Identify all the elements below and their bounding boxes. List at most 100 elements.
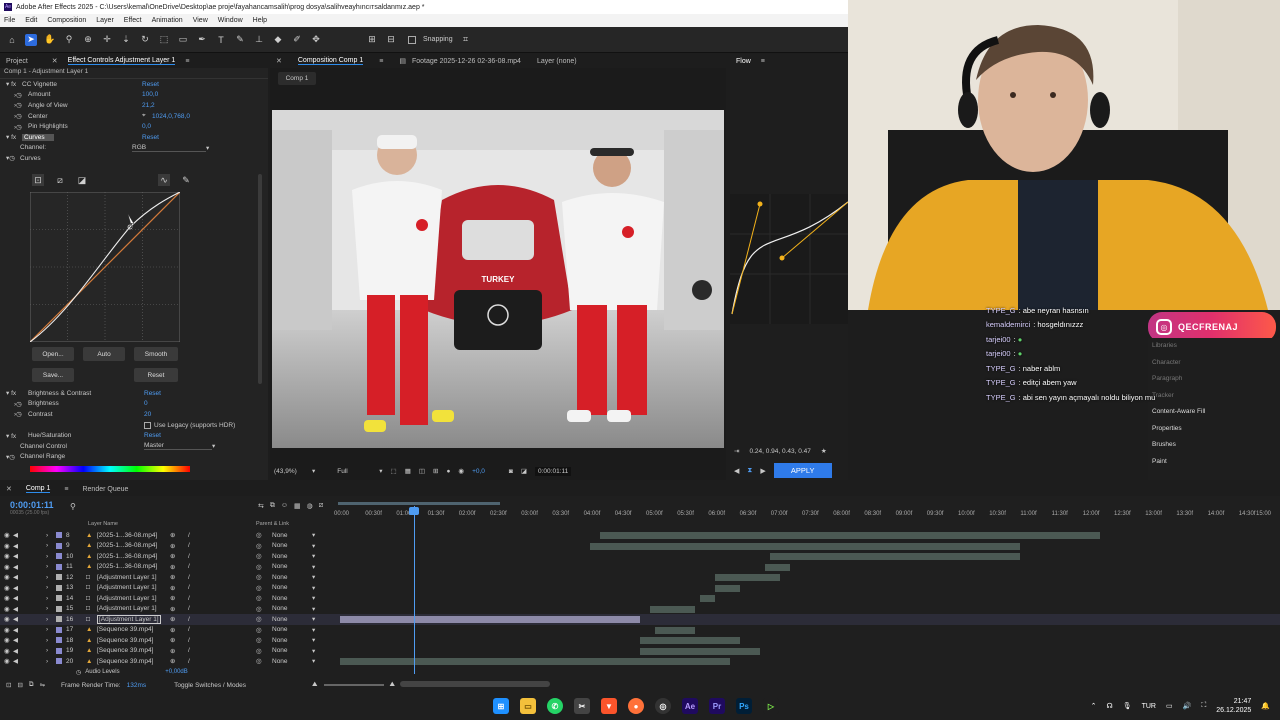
- current-timecode[interactable]: 0:00:01:11: [10, 500, 54, 510]
- layer-duration-bar[interactable]: [600, 532, 1100, 539]
- expand-arrow-icon[interactable]: ›: [46, 605, 48, 612]
- panel-menu-icon[interactable]: ≡: [379, 58, 383, 65]
- layer-name-header[interactable]: Layer Name: [88, 521, 118, 527]
- menu-layer[interactable]: Layer: [96, 17, 114, 24]
- close-icon[interactable]: ✕: [6, 485, 12, 493]
- layer-name[interactable]: [2025-1...36-08.mp4]: [97, 563, 157, 570]
- parent-select[interactable]: None: [272, 626, 288, 633]
- snapping-checkbox[interactable]: [408, 35, 416, 44]
- tab-layer[interactable]: Layer (none): [537, 58, 577, 65]
- zoom-in-icon[interactable]: ⛰: [390, 681, 395, 689]
- layer-switch-icon[interactable]: /: [188, 553, 190, 560]
- layer-switch-icon[interactable]: ⊕: [170, 615, 175, 623]
- stopwatch-icon[interactable]: ›◷: [6, 91, 28, 99]
- brush-tool-icon[interactable]: ✎: [234, 34, 246, 46]
- exposure-value[interactable]: +0,0: [472, 468, 485, 475]
- label-color-swatch[interactable]: [56, 563, 62, 570]
- selection-tool-icon[interactable]: ➤: [25, 33, 37, 46]
- viewer-timecode[interactable]: 0:00:01:11: [535, 466, 572, 476]
- bezier-curve-icon[interactable]: ∿: [158, 174, 170, 186]
- layer-name[interactable]: [Sequence 39.mp4]: [97, 647, 153, 654]
- close-icon[interactable]: ✕: [276, 57, 282, 65]
- menu-help[interactable]: Help: [253, 17, 267, 24]
- show-snapshot-icon[interactable]: ◪: [521, 467, 527, 475]
- fx-icon[interactable]: ▾ fx: [6, 133, 22, 141]
- chevron-down-icon[interactable]: ▾: [379, 467, 382, 475]
- parent-pickwhip-icon[interactable]: ◎: [256, 647, 262, 655]
- parent-pickwhip-icon[interactable]: ◎: [256, 542, 262, 550]
- reset-link[interactable]: Reset: [144, 390, 161, 397]
- layer-duration-bar[interactable]: [340, 658, 730, 665]
- clock-date[interactable]: 26.12.2025: [1216, 706, 1251, 715]
- layer-switch-icon[interactable]: /: [188, 626, 190, 633]
- flow-values[interactable]: 0.24, 0.94, 0.43, 0.47: [749, 448, 810, 455]
- layer-duration-bar[interactable]: [640, 647, 760, 655]
- parent-select[interactable]: None: [272, 605, 288, 612]
- parent-select[interactable]: None: [272, 658, 288, 665]
- audio-toggle-icon[interactable]: ◀: [13, 657, 18, 665]
- property-value[interactable]: 0: [144, 400, 148, 407]
- layer-switch-icon[interactable]: /: [188, 637, 190, 644]
- property-value[interactable]: 20: [144, 411, 151, 418]
- property-row[interactable]: ›◷ Pin Highlights 0,0: [6, 121, 268, 132]
- layer-name[interactable]: [Sequence 39.mp4]: [97, 658, 153, 665]
- snapshot-icon[interactable]: ◙: [509, 468, 513, 475]
- photoshop-icon[interactable]: Ps: [736, 698, 752, 714]
- microphone-icon[interactable]: 🎙: [1123, 702, 1132, 710]
- layer-duration-bar[interactable]: [700, 595, 715, 602]
- windows-start-icon[interactable]: ⊞: [493, 698, 509, 714]
- visibility-eye-icon[interactable]: ◉: [4, 636, 10, 644]
- expand-icon[interactable]: ▾◷: [6, 154, 20, 162]
- parent-pickwhip-icon[interactable]: ◎: [256, 584, 262, 592]
- star-icon[interactable]: ★: [821, 447, 827, 455]
- layer-switch-icon[interactable]: ⊕: [170, 542, 175, 550]
- layer-row[interactable]: ◉ ◀ › 19 ▲ [Sequence 39.mp4] ⊕ / ◎ None ▾: [0, 646, 1280, 657]
- firefox-icon[interactable]: ●: [628, 698, 644, 714]
- layer-switch-icon[interactable]: ⊕: [170, 573, 175, 581]
- layer-name[interactable]: [Sequence 39.mp4]: [97, 626, 153, 633]
- ease-icon[interactable]: ⧗: [747, 467, 752, 475]
- headphones-icon[interactable]: ☊: [1106, 702, 1112, 710]
- fx-icon[interactable]: ▾ fx: [6, 80, 22, 88]
- property-row[interactable]: ›◷ Brightness 0: [6, 399, 256, 410]
- tab-project[interactable]: Project: [6, 58, 28, 65]
- layer-duration-bar[interactable]: [715, 574, 780, 581]
- parent-pickwhip-icon[interactable]: ◎: [256, 573, 262, 581]
- parent-pickwhip-icon[interactable]: ◎: [256, 615, 262, 623]
- property-row[interactable]: ›◷ Contrast 20: [6, 409, 256, 420]
- audio-toggle-icon[interactable]: ◀: [13, 626, 18, 634]
- channel-control-select[interactable]: Master: [144, 442, 212, 451]
- layer-row[interactable]: ◉ ◀ › 11 ▲ [2025-1...36-08.mp4] ⊕ / ◎ None ▾: [0, 562, 1280, 573]
- stopwatch-icon[interactable]: ›◷: [6, 101, 28, 109]
- expand-arrow-icon[interactable]: ›: [46, 532, 48, 539]
- chevron-down-icon[interactable]: ▾: [212, 442, 215, 450]
- expand-arrow-icon[interactable]: ›: [46, 658, 48, 665]
- label-color-swatch[interactable]: [56, 574, 62, 581]
- file-explorer-icon[interactable]: ▭: [520, 698, 536, 714]
- visibility-eye-icon[interactable]: ◉: [4, 594, 10, 602]
- property-row[interactable]: Use Legacy (supports HDR): [6, 420, 256, 431]
- eraser-tool-icon[interactable]: ◆: [272, 34, 284, 46]
- visibility-eye-icon[interactable]: ◉: [4, 647, 10, 655]
- home-icon[interactable]: ⌂: [6, 34, 18, 46]
- expand-arrow-icon[interactable]: ›: [46, 647, 48, 654]
- chevron-down-icon[interactable]: ▾: [312, 584, 315, 592]
- zoom-slider[interactable]: [323, 684, 384, 686]
- layer-name[interactable]: [Adjustment Layer 1]: [97, 584, 157, 591]
- label-color-swatch[interactable]: [56, 595, 62, 602]
- layer-switch-icon[interactable]: /: [188, 584, 190, 591]
- roto-brush-icon[interactable]: ✐: [291, 34, 303, 46]
- cursor-app-icon[interactable]: ▷: [763, 698, 779, 714]
- distribute-icon[interactable]: ⊟: [385, 34, 397, 46]
- motion-blur-icon[interactable]: ◍: [307, 502, 313, 510]
- parent-select[interactable]: None: [272, 553, 288, 560]
- guides-icon[interactable]: ⊞: [433, 467, 438, 475]
- label-color-swatch[interactable]: [56, 605, 62, 612]
- layer-name[interactable]: [2025-1...36-08.mp4]: [97, 532, 157, 539]
- display-icon[interactable]: ▭: [1166, 702, 1173, 710]
- layer-switch-icon[interactable]: /: [188, 605, 190, 612]
- scrollbar[interactable]: [258, 174, 262, 384]
- label-color-swatch[interactable]: [56, 584, 62, 591]
- visibility-eye-icon[interactable]: ◉: [4, 563, 10, 571]
- layer-duration-bar[interactable]: [765, 563, 790, 571]
